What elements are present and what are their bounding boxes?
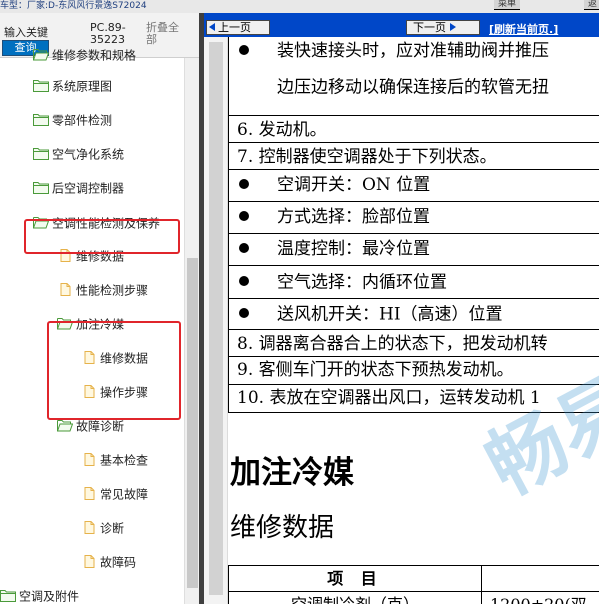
bullet-icon [239,275,249,286]
bullet-icon [239,44,249,55]
document-icon [84,521,95,534]
folder-icon [33,80,49,92]
tree-item[interactable]: 系统原理图 [33,75,112,97]
tree-item[interactable]: 维修参数和规格 [33,44,136,66]
page-nav-bar: 上一页 下一页 [刷新当前页.] [204,13,599,37]
procedure-bullet: 方式选择：脸部位置 [228,202,599,234]
document-scroll-thumb[interactable] [209,42,223,595]
procedure-text: 装快速接头时，应对准辅助阀并推压 [277,41,549,61]
folder-icon [33,182,49,194]
tree-item[interactable]: 零部件检测 [33,109,112,131]
tree-item-label: 性能检测步骤 [76,283,149,298]
procedure-bullet: 送风机开关：HI（高速）位置 [228,299,599,330]
tree-item[interactable]: 空调及附件 [0,585,79,604]
tree-item[interactable]: 基本检查 [81,449,148,471]
highlight-box-performance [24,219,180,254]
table-cell: 空调制冷剂（克） [229,592,482,604]
document-view: 装快速接头时，应对准辅助阀并推压 边压边移动以确保连接后的软管无扭 6. 发动机。 7… [228,37,599,604]
spec-table: 项 目 空调制冷剂（克） 1200±20(双 [228,565,599,604]
tree-item[interactable]: 后空调控制器 [33,177,124,199]
collapse-all-link[interactable]: 折叠全部 [146,22,186,46]
tree-item[interactable]: 常见故障 [81,483,148,505]
menu-button[interactable]: 菜单 [494,0,521,10]
folder-open-icon [33,49,49,61]
procedure-bullet: 边压边移动以确保连接后的软管无扭 [228,67,599,116]
procedure-step: 7. 控制器使空调器处于下列状态。 [228,143,599,170]
table-row: 空调制冷剂（克） 1200±20(双 [229,592,599,604]
tree-item-label: 空调及附件 [19,589,80,604]
tree-item[interactable]: 故障码 [81,551,136,573]
bullet-icon [239,307,249,318]
procedure-step: 8. 调器离合器合上的状态下，把发动机转 [228,330,599,357]
back-button[interactable]: 返 [584,0,599,10]
tree-item[interactable]: 空气净化系统 [33,143,124,165]
procedure-text: 送风机开关：HI（高速）位置 [277,304,503,325]
tree-item-label: 基本检查 [100,453,149,468]
tree-item[interactable]: 诊断 [81,517,124,539]
subsection-heading: 维修数据 [230,513,335,543]
procedure-bullet: 空气选择：内循环位置 [228,266,599,299]
tree-scrollbar[interactable] [184,58,199,604]
prev-page-button[interactable]: 上一页 [206,20,270,35]
tree-item-label: 后空调控制器 [52,181,125,196]
procedure-text: 6. 发动机。 [237,119,327,140]
procedure-text: 8. 调器离合器合上的状态下，把发动机转 [237,333,548,354]
tree-item-label: 故障诊断 [76,419,125,434]
table-cell: 1200±20(双 [482,592,599,604]
procedure-text: 7. 控制器使空调器处于下列状态。 [237,146,497,167]
folder-icon [33,148,49,160]
folder-open-icon [57,420,73,432]
left-panel: 输入关键 查询 PC.89-35223 折叠全部 维修参数和规格 系统原理图 零部件… [0,13,199,604]
table-header-cell [482,566,599,591]
highlight-box-refrigerant [47,321,181,420]
tree-item-label: 诊断 [100,521,125,536]
section-heading: 加注冷媒 [230,455,354,491]
procedure-text: 空调开关：ON 位置 [277,175,431,195]
arrow-left-icon [209,23,215,31]
arrow-right-icon [450,23,456,31]
tree-item-label: 空气净化系统 [52,147,125,162]
document-code: PC.89-35223 [90,21,126,46]
bullet-icon [239,242,249,253]
tree-item-label: 故障码 [100,555,137,570]
bullet-icon [239,178,249,189]
folder-icon [0,590,16,602]
content-area: 上一页 下一页 [刷新当前页.] 装快速接头时，应对准辅助阀并推压 边压边移动以确… [204,13,599,604]
table-header-row: 项 目 [229,566,599,592]
procedure-step: 10. 表放在空调器出风口，运转发动机 1 [228,385,599,413]
bullet-icon [239,210,249,221]
procedure-text: 温度控制：最冷位置 [277,239,430,259]
table-header-cell: 项 目 [229,566,482,591]
procedure-text: 边压边移动以确保连接后的软管无扭 [277,77,549,98]
folder-icon [33,114,49,126]
tree-scroll-thumb[interactable] [187,258,198,588]
document-scrollbar[interactable] [204,37,228,604]
document-icon [84,487,95,500]
title-strip: 车型：厂家:D-东风风行景逸S72024 菜单 返 [0,0,599,13]
procedure-bullet: 装快速接头时，应对准辅助阀并推压 [228,37,599,67]
procedure-step: 9. 客侧车门开的状态下预热发动机。 [228,357,599,385]
tree-item[interactable]: 性能检测步骤 [57,279,148,301]
document-icon [84,555,95,568]
procedure-step: 6. 发动机。 [228,116,599,143]
search-label: 输入关键 [4,26,48,39]
tree-item-label: 系统原理图 [52,79,113,94]
document-icon [84,453,95,466]
procedure-bullet: 空调开关：ON 位置 [228,170,599,202]
procedure-bullet: 温度控制：最冷位置 [228,234,599,266]
procedure-text: 空气选择：内循环位置 [277,272,447,293]
vehicle-info: 车型：厂家:D-东风风行景逸S72024 [0,1,147,11]
next-page-button[interactable]: 下一页 [406,20,480,35]
procedure-text: 10. 表放在空调器出风口，运转发动机 1 [237,388,541,408]
procedure-text: 9. 客侧车门开的状态下预热发动机。 [237,360,514,380]
procedure-text: 方式选择：脸部位置 [277,207,430,227]
refresh-page-link[interactable]: [刷新当前页.] [489,21,558,37]
tree-item-label: 维修参数和规格 [52,48,137,63]
tree-item-label: 常见故障 [100,487,149,502]
document-icon [60,283,71,296]
tree-item-label: 零部件检测 [52,113,113,128]
